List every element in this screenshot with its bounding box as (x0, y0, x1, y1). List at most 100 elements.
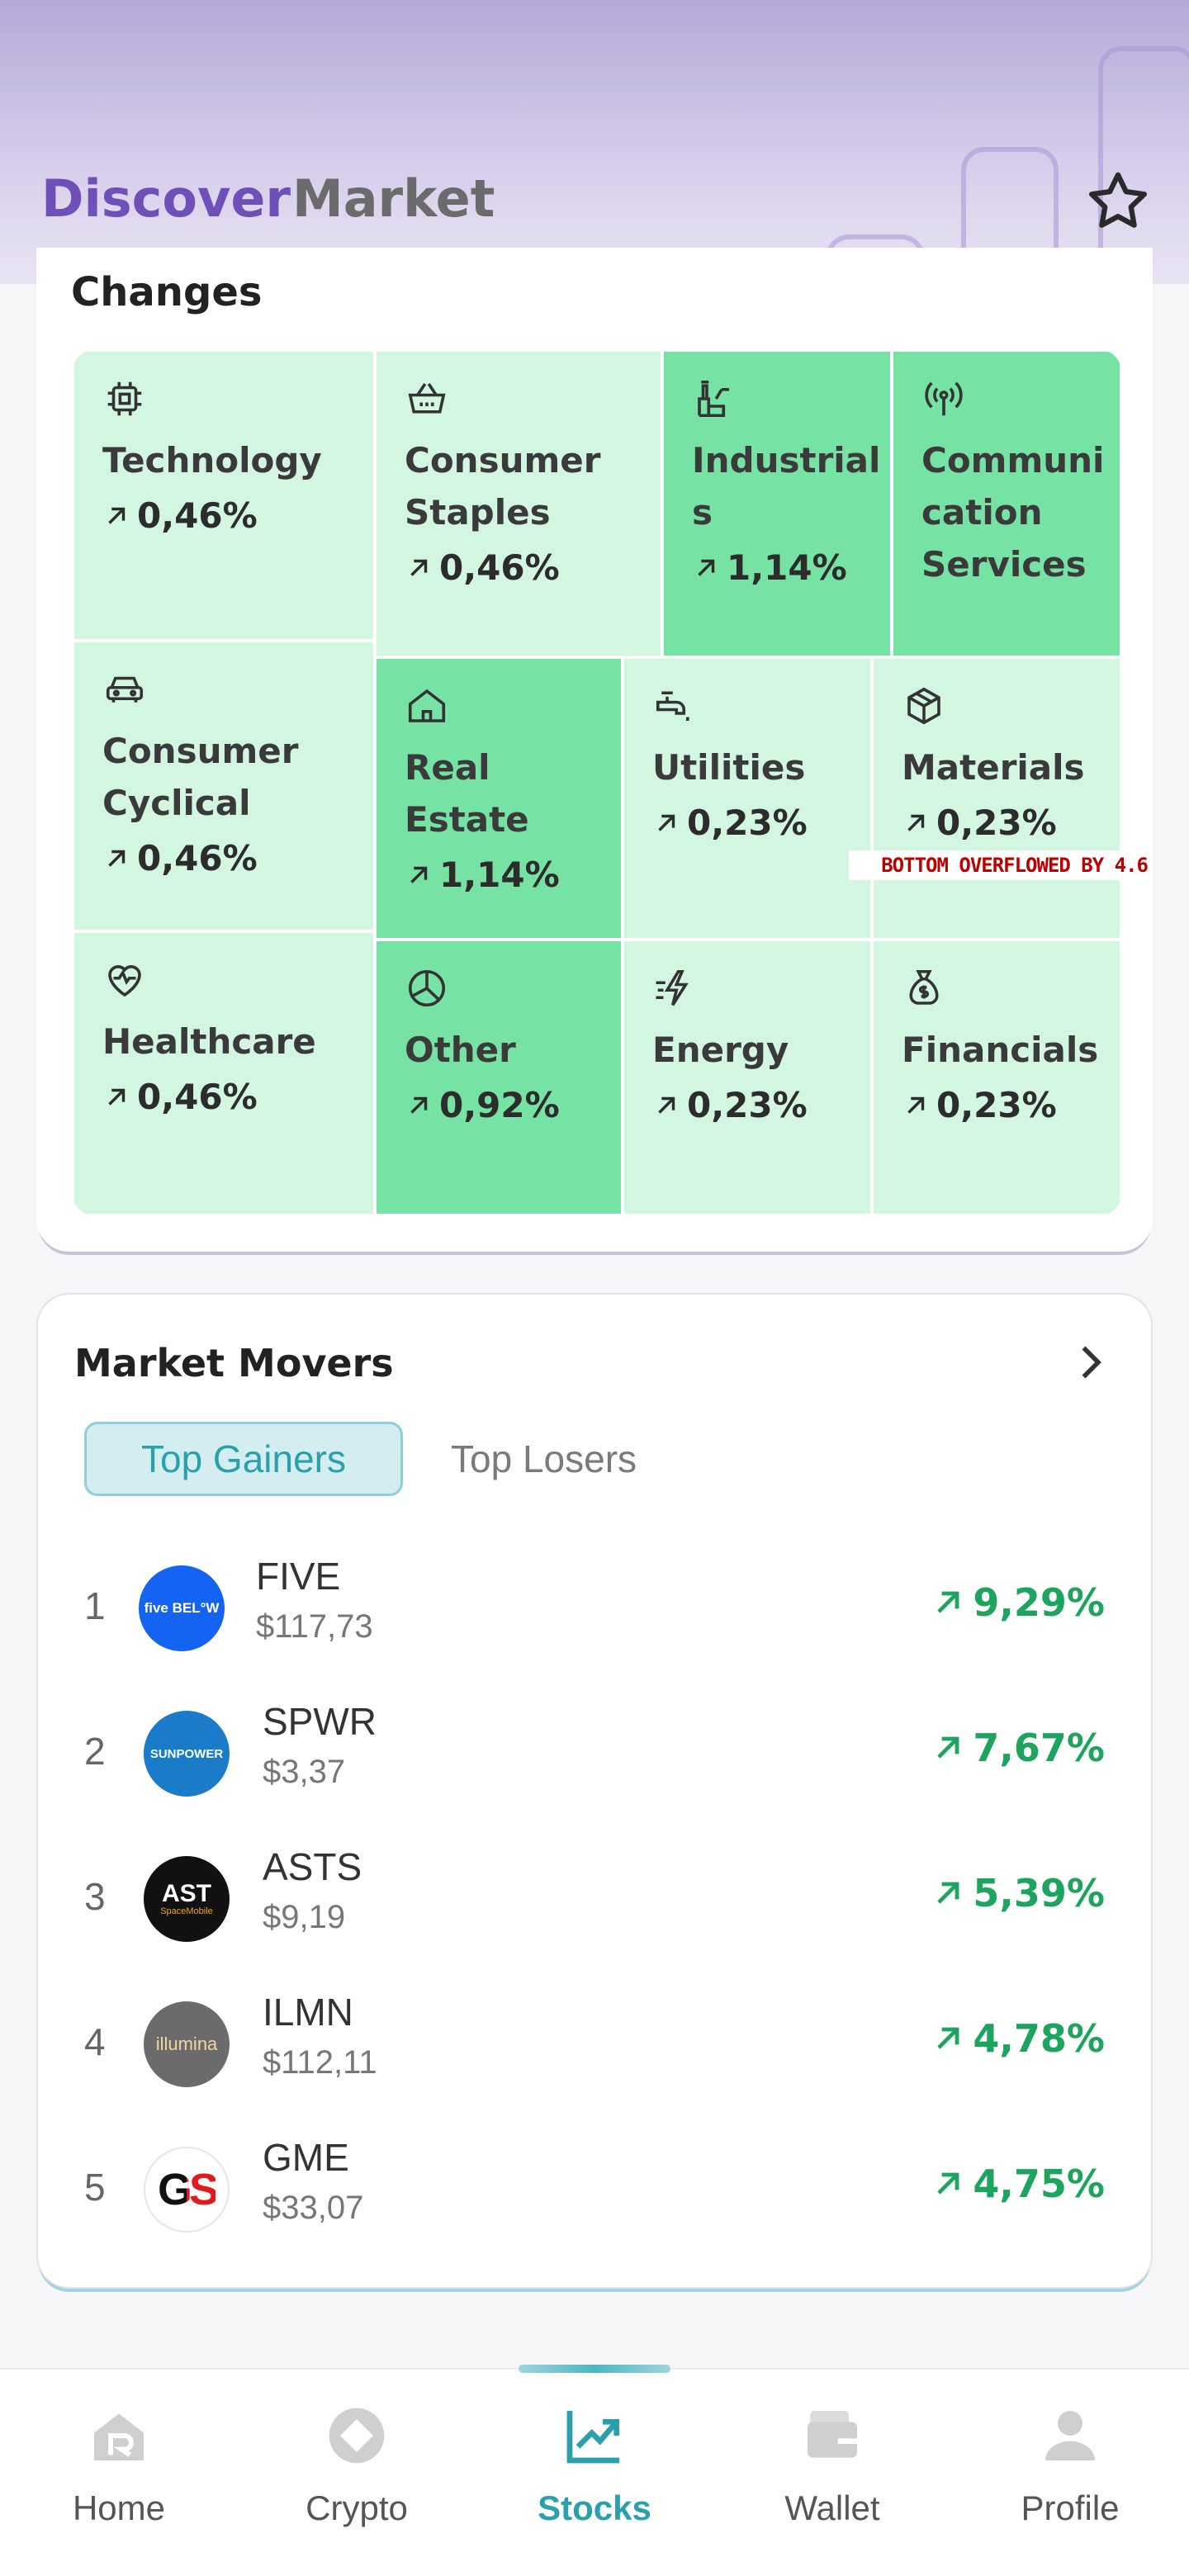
arrow-up-right-icon (698, 559, 715, 576)
sector-cell-financials[interactable]: Financials 0,23% (872, 940, 1121, 1215)
stock-row[interactable]: 3 AST SpaceMobile ASTS $9,19 5,39% (38, 1833, 1154, 1978)
sector-cell-healthcare[interactable]: Healthcare 0,46% (73, 931, 375, 1215)
stock-ticker: ILMN (263, 1991, 353, 2034)
stock-price: $117,73 (256, 1608, 373, 1645)
stock-change: 5,39% (930, 1871, 1105, 1915)
market-movers-title: Market Movers (74, 1341, 394, 1385)
stock-ticker: SPWR (263, 1700, 377, 1743)
sector-change: 0,23% (652, 793, 870, 853)
sector-label: Materials (902, 747, 1085, 788)
stock-price: $9,19 (263, 1899, 346, 1935)
pie-icon (408, 969, 446, 1007)
stock-change: 9,29% (930, 1580, 1105, 1625)
stock-ticker: FIVE (256, 1555, 341, 1598)
stock-row[interactable]: 5 GS GME $33,07 4,75% (38, 2124, 1154, 2269)
sector-label: Technology (102, 440, 322, 481)
stock-row[interactable]: 1 five BEL°W FIVE $117,73 9,29% (38, 1542, 1154, 1688)
sector-cell-energy[interactable]: Energy 0,23% (623, 940, 872, 1215)
box-icon (907, 687, 940, 725)
nav-label: Stocks (538, 2488, 651, 2527)
sector-cell-materials[interactable]: Materials 0,23% (872, 657, 1121, 940)
nav-label: Wallet (784, 2488, 880, 2527)
arrow-up-right-icon (658, 1096, 675, 1114)
sector-change: 0,46% (102, 1068, 373, 1127)
chip-icon (107, 381, 142, 416)
sector-cell-industrials[interactable]: Industrial s 1,14% (662, 350, 892, 657)
sector-change: 0,23% (652, 1076, 870, 1135)
basket-icon (408, 383, 446, 414)
stock-change: 4,75% (930, 2162, 1105, 2206)
sector-changes-card: Changes Technology 0,46% Consumer Staples… (36, 248, 1153, 1252)
tab-top-losers[interactable]: Top Losers (451, 1422, 690, 1496)
nav-label: Profile (1021, 2488, 1120, 2527)
heart-pulse-icon (108, 965, 141, 997)
star-icon[interactable] (1083, 167, 1153, 236)
arrow-up-right-icon (937, 1591, 959, 1613)
arrow-up-right-icon (907, 814, 925, 831)
sector-cell-technology[interactable]: Technology 0,46% (73, 350, 375, 641)
wallet-icon (808, 2411, 857, 2458)
money-bag-icon (909, 969, 939, 1005)
stock-row[interactable]: 4 illumina ILMN $112,11 4,78% (38, 1978, 1154, 2124)
nav-profile[interactable]: Profile (951, 2370, 1189, 2576)
nav-home[interactable]: Home (0, 2370, 238, 2576)
arrow-up-right-icon (410, 866, 428, 883)
sector-label: Financials (902, 1030, 1099, 1070)
sector-cell-utilities[interactable]: Utilities 0,23% (623, 657, 872, 940)
tab-top-gainers[interactable]: Top Gainers (84, 1422, 403, 1496)
arrow-up-right-icon (937, 2027, 959, 2049)
stock-rank: 3 (84, 1875, 106, 1918)
stock-ticker: ASTS (263, 1845, 362, 1888)
sector-cell-other[interactable]: Other 0,92% (375, 940, 623, 1215)
arrow-up-right-icon (108, 1088, 126, 1106)
bolt-icon (656, 969, 689, 1006)
app-header: Discover Market (0, 0, 1189, 284)
stock-rank: 2 (84, 1730, 106, 1773)
sector-treemap: Technology 0,46% Consumer Staples 0,46% I… (73, 350, 1121, 1215)
stock-logo: SUNPOWER (144, 1711, 230, 1797)
car-icon (106, 676, 144, 703)
industrial-icon (698, 380, 729, 418)
sector-change: 0,92% (405, 1076, 621, 1135)
sector-label: Industrial s (692, 440, 881, 533)
arrow-up-right-icon (108, 850, 126, 867)
sector-cell-consumer-staples[interactable]: Consumer Staples 0,46% (375, 350, 662, 657)
tab-market[interactable]: Market (292, 168, 495, 229)
bottom-navigation: Home Crypto Stocks Wallet Profile (0, 2365, 1189, 2576)
nav-wallet[interactable]: Wallet (713, 2370, 951, 2576)
arrow-up-right-icon (410, 1096, 428, 1114)
arrow-up-right-icon (937, 2172, 959, 2195)
nav-stocks[interactable]: Stocks (476, 2370, 713, 2576)
stock-change: 4,78% (930, 2016, 1105, 2061)
tab-discover[interactable]: Discover (41, 168, 291, 229)
stock-rank: 4 (84, 2020, 106, 2063)
sector-label: Energy (652, 1030, 789, 1070)
sector-label: Utilities (652, 747, 806, 788)
stock-row[interactable]: 2 SUNPOWER SPWR $3,37 7,67% (38, 1688, 1154, 1833)
stock-logo: five BEL°W (139, 1565, 225, 1651)
sector-cell-consumer-cyclical[interactable]: Consumer Cyclical 0,46% (73, 641, 375, 931)
chevron-right-icon[interactable] (1065, 1338, 1115, 1387)
market-movers-card: Market Movers Top Gainers Top Losers 1 f… (36, 1293, 1153, 2289)
nav-label: Crypto (306, 2488, 408, 2527)
faucet-icon (656, 691, 689, 721)
sector-change: 0,23% (902, 1076, 1120, 1135)
nav-label: Home (72, 2488, 166, 2527)
sector-cell-real-estate[interactable]: Real Estate 1,14% (375, 657, 623, 940)
arrow-up-right-icon (937, 1882, 959, 1904)
sector-label: Consumer Cyclical (102, 731, 299, 823)
sector-label: Healthcare (102, 1021, 316, 1062)
sector-cell-communication-services[interactable]: Communi cation Services (892, 350, 1121, 657)
stock-logo: GS (144, 2147, 230, 2233)
arrow-up-right-icon (410, 559, 428, 576)
home-icon (94, 2413, 144, 2460)
stock-change: 7,67% (930, 1726, 1105, 1770)
sector-heading: Changes (71, 269, 263, 315)
crypto-icon (329, 2408, 385, 2464)
stock-rank: 5 (84, 2166, 106, 2209)
sector-label: Consumer Staples (405, 440, 601, 533)
sector-change: 0,23% (902, 793, 1120, 853)
sector-change: 1,14% (405, 845, 621, 905)
stock-price: $3,37 (263, 1754, 346, 1790)
nav-crypto[interactable]: Crypto (238, 2370, 476, 2576)
